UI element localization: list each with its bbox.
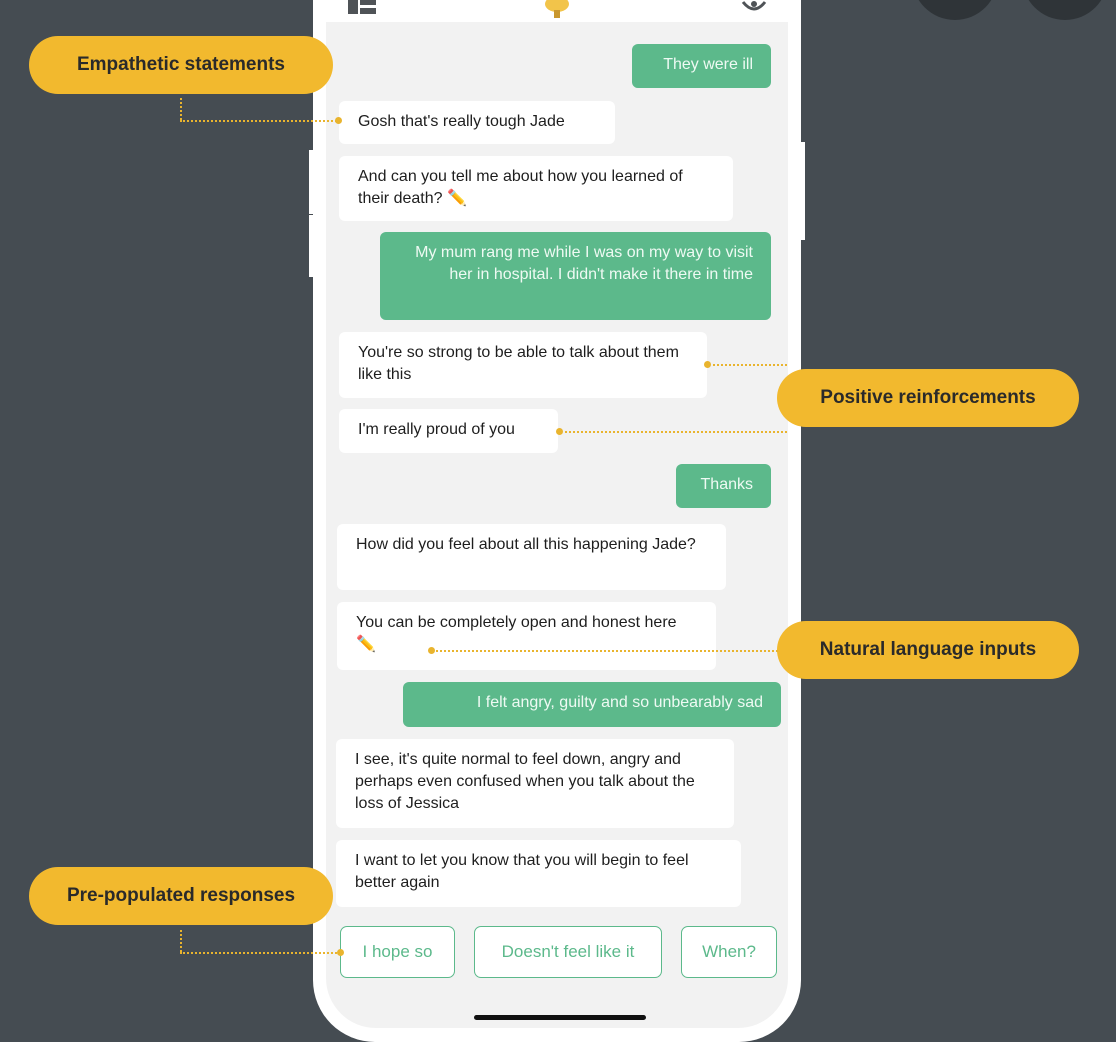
quick-reply-button[interactable]: Doesn't feel like it xyxy=(474,926,662,978)
phone-side-button xyxy=(309,150,315,214)
chat-message-bot: Gosh that's really tough Jade xyxy=(339,101,615,144)
chat-message-user: Thanks xyxy=(676,464,771,508)
chat-message-bot: How did you feel about all this happenin… xyxy=(337,524,726,590)
chat-message-user: I felt angry, guilty and so unbearably s… xyxy=(403,682,781,727)
top-circle-button[interactable] xyxy=(912,0,998,20)
quick-reply-button[interactable]: When? xyxy=(681,926,777,978)
chat-message-bot: You can be completely open and honest he… xyxy=(337,602,716,670)
chat-message-user: They were ill xyxy=(632,44,771,88)
callout-natural-language-inputs: Natural language inputs xyxy=(777,621,1079,679)
phone-side-button xyxy=(309,215,315,277)
connector-line xyxy=(180,952,340,954)
chat-message-bot: I'm really proud of you xyxy=(339,409,558,453)
chat-message-bot: You're so strong to be able to talk abou… xyxy=(339,332,707,398)
connector-line xyxy=(560,431,787,433)
chat-message-bot: I want to let you know that you will beg… xyxy=(336,840,741,907)
settings-icon[interactable] xyxy=(739,0,769,16)
connector-line xyxy=(432,650,778,652)
chat-message-bot: And can you tell me about how you learne… xyxy=(339,156,733,221)
connector-line xyxy=(180,120,340,122)
layout-icon[interactable] xyxy=(346,0,378,16)
home-indicator[interactable] xyxy=(474,1015,646,1020)
quick-reply-button[interactable]: I hope so xyxy=(340,926,455,978)
chat-message-bot: I see, it's quite normal to feel down, a… xyxy=(336,739,734,828)
app-logo-icon xyxy=(545,0,569,18)
connector-line xyxy=(708,364,787,366)
connector-line xyxy=(180,98,182,120)
callout-empathetic-statements: Empathetic statements xyxy=(29,36,333,94)
top-circle-button[interactable] xyxy=(1022,0,1108,20)
connector-knob xyxy=(335,117,342,124)
connector-line xyxy=(180,930,182,952)
chat-message-user: My mum rang me while I was on my way to … xyxy=(380,232,771,320)
connector-knob xyxy=(337,949,344,956)
callout-pre-populated-responses: Pre-populated responses xyxy=(29,867,333,925)
callout-positive-reinforcements: Positive reinforcements xyxy=(777,369,1079,427)
phone-side-button xyxy=(799,142,805,240)
